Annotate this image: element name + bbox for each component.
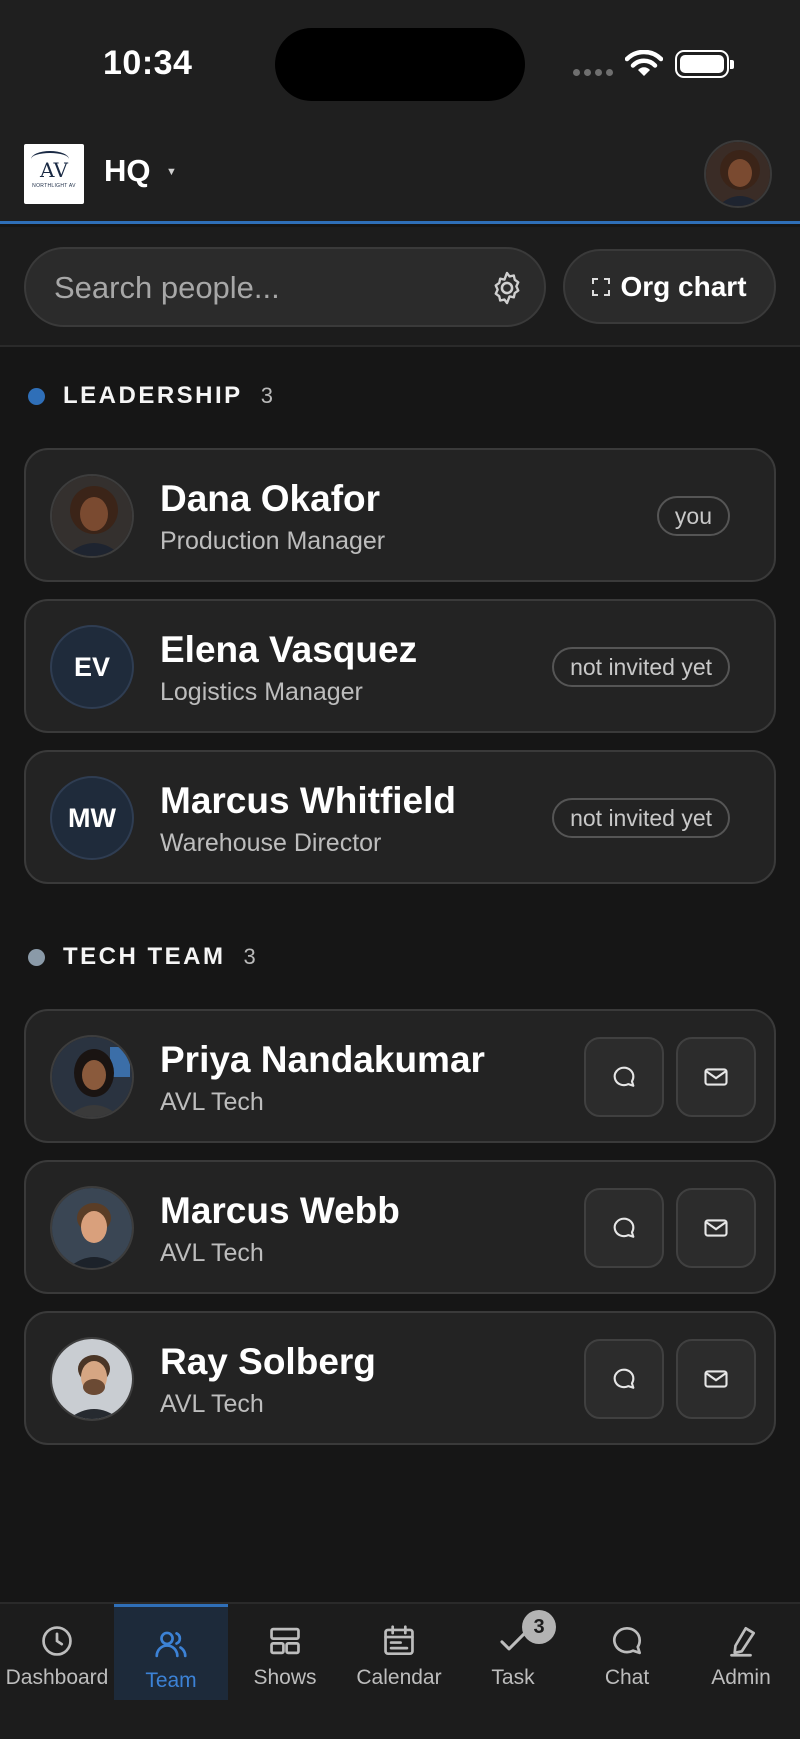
person-role: Logistics Manager	[160, 678, 363, 706]
mail-icon	[704, 1370, 728, 1388]
tab-chat[interactable]: Chat	[570, 1604, 684, 1700]
section-header-tech-team: TECH TEAM 3	[28, 943, 256, 971]
message-button[interactable]	[584, 1339, 664, 1419]
chat-bubble-icon	[613, 1066, 635, 1087]
avatar-initials: MW	[50, 776, 134, 860]
battery-icon	[675, 50, 734, 78]
person-role: Warehouse Director	[160, 829, 382, 857]
users-icon	[155, 1631, 187, 1658]
section-title: TECH TEAM	[63, 943, 226, 970]
search-input[interactable]	[54, 269, 474, 307]
tab-calendar[interactable]: Calendar	[342, 1604, 456, 1700]
section-count: 3	[243, 944, 256, 969]
email-button[interactable]	[676, 1339, 756, 1419]
section-dot	[28, 948, 45, 966]
person-name: Priya Nandakumar	[160, 1039, 485, 1080]
tab-admin[interactable]: Admin	[684, 1604, 798, 1700]
person-name: Elena Vasquez	[160, 629, 418, 670]
search-field[interactable]	[24, 247, 546, 327]
message-button[interactable]	[584, 1037, 664, 1117]
person-card[interactable]: Ray Solberg AVL Tech	[24, 1311, 776, 1445]
mail-icon	[704, 1068, 728, 1086]
logo-subtitle: NORTHLIGHT AV	[32, 182, 76, 189]
avatar	[50, 1035, 134, 1119]
invite-status-badge: not invited yet	[552, 798, 730, 838]
avatar	[50, 474, 134, 558]
invite-status-badge: not invited yet	[552, 647, 730, 687]
person-name: Marcus Webb	[160, 1190, 400, 1231]
tab-label: Admin	[711, 1666, 771, 1689]
person-role: AVL Tech	[160, 1088, 264, 1116]
search-toolbar: Org chart	[0, 227, 800, 347]
tab-label: Dashboard	[5, 1666, 109, 1689]
person-role: Production Manager	[160, 527, 386, 555]
tab-task[interactable]: Task 3	[456, 1604, 570, 1700]
clock-icon	[42, 1626, 72, 1656]
task-count-badge: 3	[522, 1610, 556, 1644]
email-button[interactable]	[676, 1188, 756, 1268]
avatar	[50, 1186, 134, 1270]
avatar-initials: EV	[50, 625, 134, 709]
expand-icon	[592, 277, 611, 296]
chat-bubble-icon	[612, 1626, 642, 1655]
status-bar: 10:34	[0, 0, 800, 120]
email-button[interactable]	[676, 1037, 756, 1117]
mail-icon	[704, 1219, 728, 1237]
pen-icon	[730, 1626, 756, 1657]
person-role: AVL Tech	[160, 1239, 264, 1267]
tab-label: Team	[145, 1669, 197, 1692]
org-chart-button[interactable]: Org chart	[563, 249, 776, 324]
tab-dashboard[interactable]: Dashboard	[0, 1604, 114, 1700]
tab-label: Chat	[604, 1666, 650, 1689]
avatar	[50, 1337, 134, 1421]
section-count: 3	[260, 383, 273, 408]
bottom-tab-bar: Dashboard Team Shows Calendar Task 3 Cha…	[0, 1602, 800, 1739]
person-card[interactable]: EV Elena Vasquez Logistics Manager not i…	[24, 599, 776, 733]
workspace-switcher[interactable]: HQ	[104, 153, 151, 189]
tab-team[interactable]: Team	[114, 1604, 228, 1700]
chevron-down-icon[interactable]: ▼	[166, 166, 177, 178]
org-chart-label: Org chart	[620, 270, 747, 302]
section-dot	[28, 387, 45, 405]
person-card[interactable]: MW Marcus Whitfield Warehouse Director n…	[24, 750, 776, 884]
section-title: LEADERSHIP	[63, 382, 243, 409]
grid-icon	[270, 1627, 300, 1655]
person-name: Marcus Whitfield	[160, 780, 457, 821]
you-badge: you	[656, 496, 730, 536]
dynamic-island	[275, 28, 525, 101]
gear-icon[interactable]	[488, 269, 526, 307]
person-role: AVL Tech	[160, 1390, 264, 1418]
app-header: AV NORTHLIGHT AV HQ ▼	[0, 120, 800, 224]
person-card[interactable]: Marcus Webb AVL Tech	[24, 1160, 776, 1294]
profile-avatar[interactable]	[704, 140, 772, 208]
logo-letters: AV	[31, 150, 69, 182]
calendar-icon	[384, 1625, 414, 1656]
person-name: Ray Solberg	[160, 1341, 376, 1382]
tab-label: Calendar	[356, 1666, 442, 1689]
status-time: 10:34	[103, 44, 193, 82]
tab-label: Task	[491, 1666, 535, 1689]
wifi-icon	[625, 50, 663, 76]
company-logo: AV NORTHLIGHT AV	[24, 144, 84, 204]
tab-label: Shows	[253, 1666, 317, 1689]
message-button[interactable]	[584, 1188, 664, 1268]
chat-bubble-icon	[613, 1217, 635, 1238]
tab-shows[interactable]: Shows	[228, 1604, 342, 1700]
section-header-leadership: LEADERSHIP 3	[28, 382, 273, 410]
chat-bubble-icon	[613, 1368, 635, 1389]
person-name: Dana Okafor	[160, 478, 381, 519]
cellular-signal-icon	[573, 69, 613, 76]
person-card[interactable]: Priya Nandakumar AVL Tech	[24, 1009, 776, 1143]
person-card[interactable]: Dana Okafor Production Manager you	[24, 448, 776, 582]
